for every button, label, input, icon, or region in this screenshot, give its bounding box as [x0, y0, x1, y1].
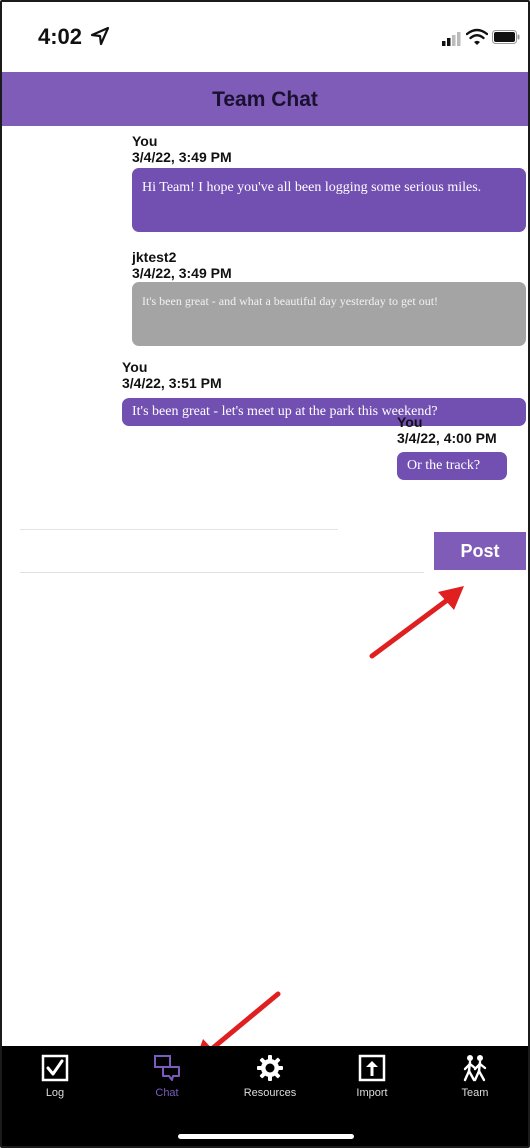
tab-resources[interactable]: Resources	[225, 1054, 315, 1116]
message-sender: jktest2	[132, 249, 177, 265]
message-sender: You	[132, 133, 158, 149]
message-meta: jktest2 3/4/22, 3:49 PM	[132, 249, 232, 281]
chat-header: Team Chat	[2, 72, 528, 126]
location-arrow-icon	[90, 26, 110, 46]
message-sender: You	[397, 414, 423, 430]
message-text: Hi Team! I hope you've all been logging …	[142, 180, 482, 195]
arrow-to-post-icon	[369, 586, 464, 659]
upload-icon	[358, 1054, 386, 1082]
message-timestamp: 3/4/22, 3:51 PM	[122, 375, 222, 391]
phone-screen: 4:02 Team Chat You 3/4/22, 3:49 PM Hi Te…	[0, 0, 530, 1148]
signal-icon	[442, 32, 461, 46]
tab-import[interactable]: Import	[327, 1054, 417, 1116]
message-timestamp: 3/4/22, 3:49 PM	[132, 149, 232, 165]
tab-bar: Log Chat Resources Import Team	[2, 1046, 528, 1146]
tab-label: Team	[461, 1087, 489, 1099]
tab-team[interactable]: Team	[430, 1054, 520, 1116]
tab-chat[interactable]: Chat	[122, 1054, 212, 1116]
battery-icon	[492, 30, 520, 44]
home-indicator[interactable]	[178, 1134, 354, 1139]
chat-icon	[154, 1055, 180, 1081]
tab-label: Import	[356, 1087, 388, 1099]
message-bubble[interactable]: It's been great - and what a beautiful d…	[132, 282, 526, 346]
page-title: Team Chat	[212, 88, 318, 111]
status-bar: 4:02	[2, 2, 528, 72]
status-time: 4:02	[38, 24, 83, 49]
tab-label: Resources	[243, 1087, 297, 1099]
message-text: Or the track?	[407, 458, 481, 473]
message-meta: You 3/4/22, 3:49 PM	[132, 133, 232, 165]
message-sender: You	[122, 359, 148, 375]
checkbox-icon	[41, 1054, 69, 1082]
message-bubble[interactable]: Hi Team! I hope you've all been logging …	[132, 168, 526, 232]
post-button[interactable]: Post	[434, 532, 526, 570]
tab-label: Log	[45, 1087, 65, 1099]
message-timestamp: 3/4/22, 3:49 PM	[132, 265, 232, 281]
tab-label: Chat	[155, 1087, 179, 1099]
wifi-icon	[466, 28, 488, 45]
message-text: It's been great - let's meet up at the p…	[132, 404, 438, 419]
message-input[interactable]	[20, 530, 424, 573]
message-meta: You 3/4/22, 3:51 PM	[122, 359, 222, 391]
message-text: It's been great - and what a beautiful d…	[142, 294, 439, 308]
message-timestamp: 3/4/22, 4:00 PM	[397, 430, 497, 446]
tab-log[interactable]: Log	[10, 1054, 100, 1116]
gear-icon	[257, 1055, 283, 1081]
people-walking-icon	[463, 1055, 487, 1082]
message-meta: You 3/4/22, 4:00 PM	[397, 414, 497, 446]
message-bubble[interactable]: Or the track?	[397, 452, 507, 480]
